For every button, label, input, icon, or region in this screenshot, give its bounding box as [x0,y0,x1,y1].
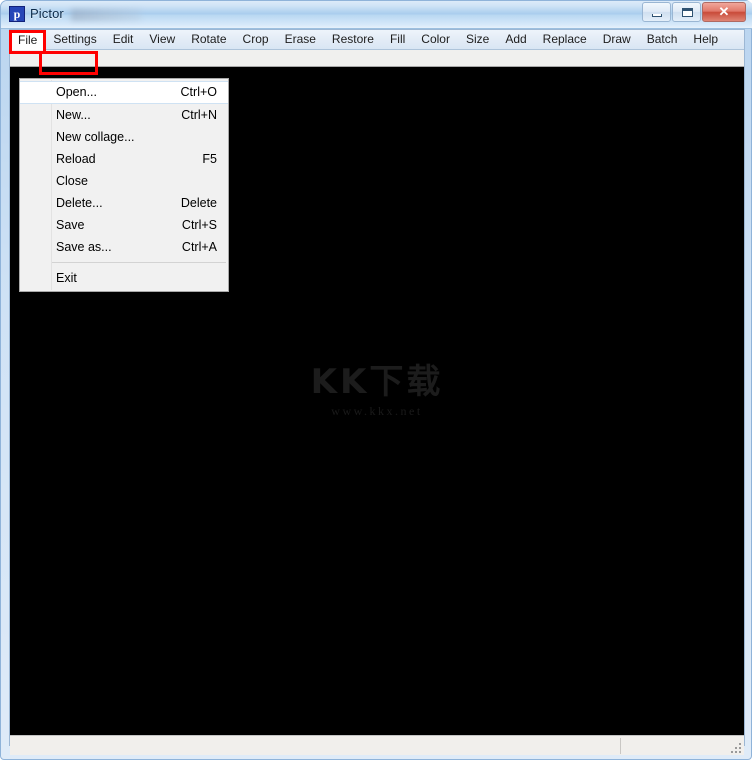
menu-item-view[interactable]: View [141,30,183,49]
maximize-icon [682,8,693,17]
menu-item-edit[interactable]: Edit [105,30,142,49]
close-button[interactable]: ✕ [702,2,746,22]
watermark-main-text: KK下载 [310,362,444,402]
menu-option-save-as[interactable]: Save as... Ctrl+A [20,236,228,258]
title-redacted-region [71,9,141,21]
menu-item-replace[interactable]: Replace [535,30,595,49]
maximize-button[interactable] [672,2,701,22]
menu-item-settings[interactable]: Settings [45,30,104,49]
close-icon: ✕ [718,4,730,19]
menu-option-new[interactable]: New... Ctrl+N [20,104,228,126]
client-area: File Settings Edit View Rotate Crop Eras… [9,29,745,755]
menu-item-add[interactable]: Add [497,30,534,49]
menu-option-exit[interactable]: Exit [20,267,228,289]
menu-option-close[interactable]: Close [20,170,228,192]
watermark: KK下载 www.kkx.net [10,363,744,419]
menu-option-reload-label: Reload [56,152,96,166]
menu-option-open-shortcut: Ctrl+O [180,85,217,99]
application-window: p Pictor ✕ File Settings Edit View Rotat… [0,0,752,760]
menu-option-new-collage-label: New collage... [56,130,135,144]
menu-option-reload[interactable]: Reload F5 [20,148,228,170]
menu-option-new-shortcut: Ctrl+N [181,108,217,122]
menu-item-help[interactable]: Help [685,30,726,49]
resize-grip[interactable] [728,740,741,753]
menu-option-new-label: New... [56,108,91,122]
menu-item-color[interactable]: Color [413,30,458,49]
menu-item-file[interactable]: File [10,30,46,51]
menu-option-delete-shortcut: Delete [180,196,217,210]
menu-bar: File Settings Edit View Rotate Crop Eras… [10,30,744,51]
file-dropdown-menu[interactable]: Open... Ctrl+O New... Ctrl+N New collage… [19,78,229,292]
menu-option-delete[interactable]: Delete... Delete [20,192,228,214]
menu-item-erase[interactable]: Erase [277,30,324,49]
menu-option-close-label: Close [56,174,88,188]
menu-item-batch[interactable]: Batch [639,30,686,49]
menu-option-save-as-shortcut: Ctrl+A [181,240,217,254]
menu-option-save-as-label: Save as... [56,240,112,254]
menu-option-save-shortcut: Ctrl+S [181,218,217,232]
dropdown-separator [52,262,226,263]
minimize-icon [652,14,662,17]
menu-option-exit-label: Exit [56,271,77,285]
menu-item-crop[interactable]: Crop [235,30,277,49]
menu-item-fill[interactable]: Fill [382,30,413,49]
toolbar-strip [10,50,744,67]
minimize-button[interactable] [642,2,671,22]
menu-option-save-label: Save [56,218,85,232]
title-bar[interactable]: p Pictor ✕ [1,1,752,29]
status-bar-separator [620,738,621,754]
watermark-sub-text: www.kkx.net [331,404,423,418]
app-icon[interactable]: p [9,6,25,22]
menu-option-reload-shortcut: F5 [202,152,217,166]
menu-item-size[interactable]: Size [458,30,497,49]
menu-option-new-collage[interactable]: New collage... [20,126,228,148]
menu-option-delete-label: Delete... [56,196,103,210]
status-bar [10,735,744,755]
menu-option-open-label: Open... [56,85,97,99]
menu-option-save[interactable]: Save Ctrl+S [20,214,228,236]
menu-item-draw[interactable]: Draw [595,30,639,49]
menu-option-open[interactable]: Open... Ctrl+O [20,81,228,104]
menu-item-rotate[interactable]: Rotate [183,30,234,49]
window-title: Pictor [30,6,64,21]
menu-item-restore[interactable]: Restore [324,30,382,49]
